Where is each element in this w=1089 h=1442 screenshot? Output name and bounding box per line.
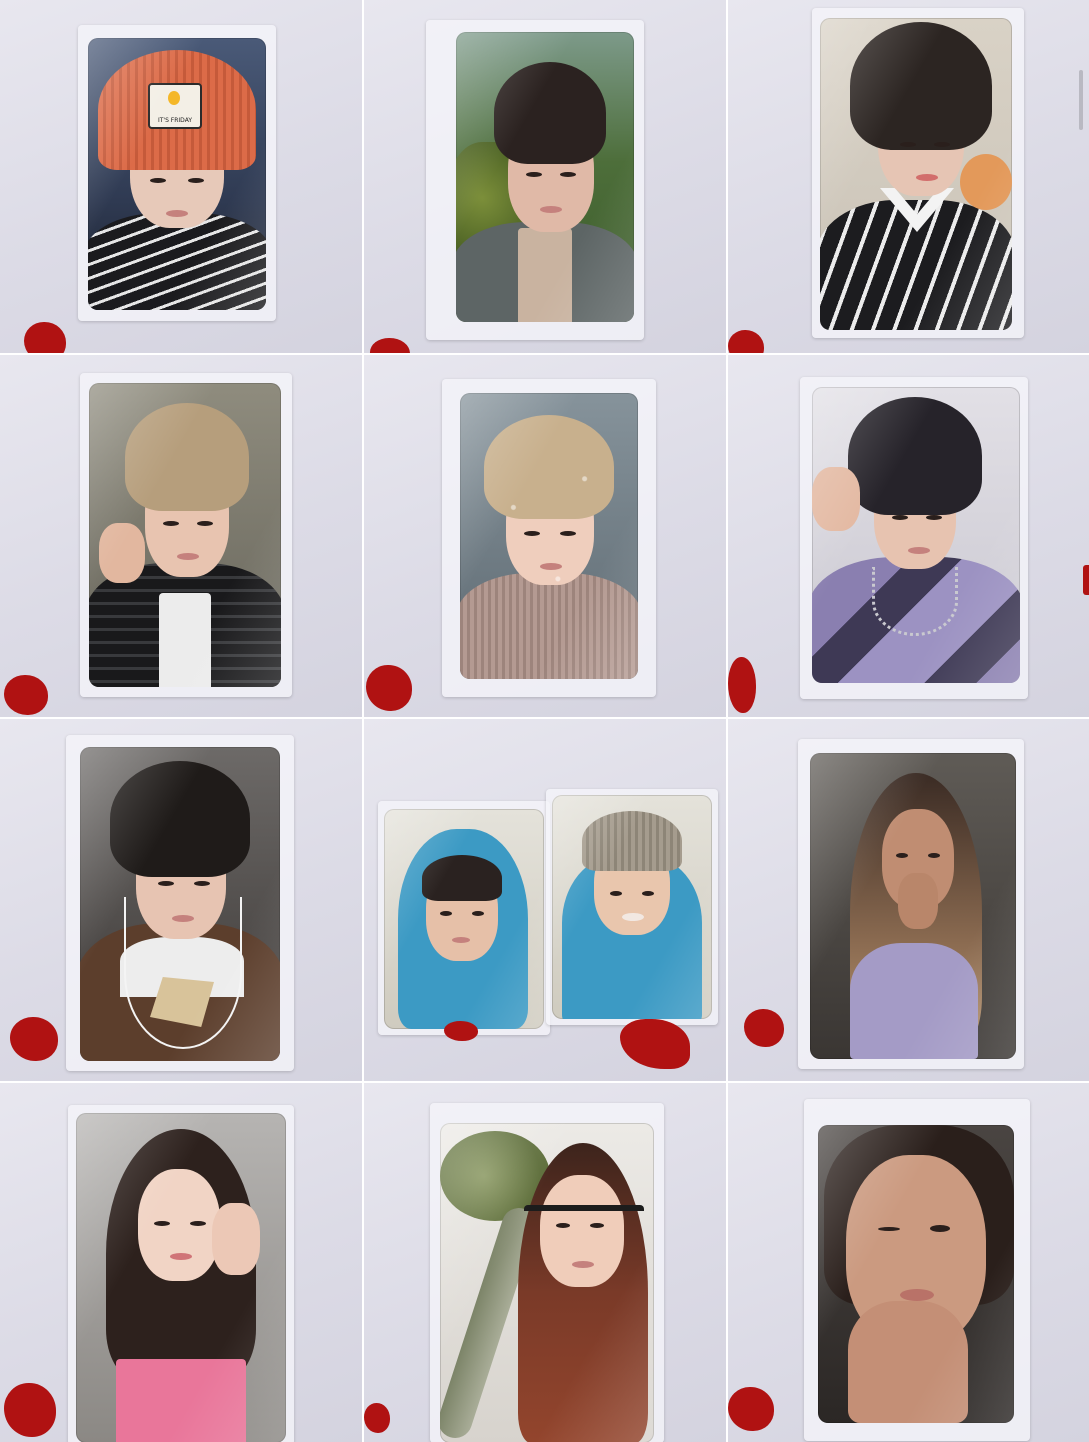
- beanie-patch: IT'S FRIDAY: [148, 83, 202, 129]
- face: [878, 78, 964, 196]
- photocard: [812, 387, 1020, 683]
- shirt: [88, 213, 266, 310]
- hoodie: [562, 855, 702, 1019]
- photocard-grid: IT'S FRIDAY: [0, 0, 1089, 1442]
- face: [594, 839, 670, 935]
- hand: [812, 467, 860, 531]
- face: [882, 809, 954, 909]
- hair: [850, 22, 992, 150]
- red-marker: [370, 338, 410, 353]
- photocard: IT'S FRIDAY: [88, 38, 266, 310]
- broccoli-stem: [440, 1203, 541, 1442]
- red-marker: [24, 322, 66, 353]
- photo-cell: [364, 719, 726, 1081]
- hoodie: [398, 829, 528, 1029]
- collar: [880, 188, 954, 232]
- knit-beanie: [582, 811, 682, 871]
- hair: [848, 397, 982, 515]
- face: [540, 1175, 624, 1287]
- red-marker: [620, 1019, 690, 1069]
- face: [145, 459, 229, 577]
- photocard: [440, 1123, 654, 1442]
- vest: [820, 200, 1012, 330]
- long-hair: [518, 1143, 648, 1442]
- undershirt: [120, 937, 244, 997]
- hair: [422, 855, 502, 901]
- red-marker: [4, 675, 48, 715]
- photocard: [89, 383, 281, 687]
- broccoli: [440, 1131, 550, 1221]
- photo-cell: [364, 0, 726, 353]
- long-hair: [850, 773, 982, 1053]
- shirt: [518, 228, 572, 322]
- hand: [898, 873, 938, 929]
- jacket: [80, 923, 280, 1061]
- chain-necklace: [872, 567, 958, 636]
- long-hair: [106, 1129, 256, 1379]
- photo-cell: [728, 355, 1089, 717]
- undershirt: [159, 593, 211, 687]
- photo-cell: [0, 719, 362, 1081]
- photocard-right: [552, 795, 712, 1019]
- photocard: [820, 18, 1012, 330]
- scroll-indicator[interactable]: [1079, 70, 1083, 130]
- hand: [99, 523, 145, 583]
- face: [874, 457, 956, 569]
- earphone-wire: [124, 897, 242, 1049]
- sparkle-overlay: [460, 393, 638, 679]
- dress: [850, 943, 978, 1059]
- photocard: [818, 1125, 1014, 1423]
- red-marker: [744, 1009, 784, 1047]
- face: [506, 469, 594, 585]
- right-edge-marker: [1083, 565, 1089, 595]
- photo-cell: [0, 355, 362, 717]
- cardigan: [456, 222, 634, 322]
- photocard-left: [384, 809, 544, 1029]
- red-marker: [728, 657, 756, 713]
- shirt-patch: [150, 977, 214, 1027]
- hand: [848, 1301, 968, 1423]
- plaid-shirt: [89, 563, 281, 687]
- photo-cell: [364, 1083, 726, 1442]
- face: [508, 116, 594, 232]
- beanie: [98, 50, 256, 170]
- tree-foliage: [456, 142, 536, 282]
- hair: [824, 1125, 1014, 1305]
- plush-toy: [960, 154, 1012, 210]
- face: [136, 817, 226, 939]
- photo-cell: [728, 0, 1089, 353]
- hand: [212, 1203, 260, 1275]
- pink-top: [116, 1359, 246, 1442]
- beanie-patch-text: IT'S FRIDAY: [157, 117, 192, 124]
- photocard: [456, 32, 634, 322]
- hair: [125, 403, 249, 511]
- tshirt: [812, 557, 1020, 683]
- photo-cell: [0, 1083, 362, 1442]
- face: [130, 108, 224, 228]
- photo-cell: [364, 355, 726, 717]
- hair: [494, 62, 606, 164]
- photo-cell: [728, 1083, 1089, 1442]
- knit-sweater: [460, 573, 638, 679]
- photo-cell: IT'S FRIDAY: [0, 0, 362, 353]
- red-marker: [728, 330, 764, 353]
- hair: [484, 415, 614, 519]
- face: [426, 865, 498, 961]
- duck-icon: [168, 91, 180, 105]
- red-marker: [728, 1387, 774, 1431]
- face: [846, 1155, 986, 1345]
- red-marker: [366, 665, 412, 711]
- red-marker: [10, 1017, 58, 1061]
- red-marker: [364, 1403, 390, 1433]
- face: [138, 1169, 220, 1281]
- photocard: [80, 747, 280, 1061]
- red-marker: [4, 1383, 56, 1437]
- hair: [110, 761, 250, 877]
- photocard: [76, 1113, 286, 1442]
- red-marker: [444, 1021, 478, 1041]
- glasses: [524, 1205, 644, 1231]
- photocard: [460, 393, 638, 679]
- photo-cell: [728, 719, 1089, 1081]
- photocard: [810, 753, 1016, 1059]
